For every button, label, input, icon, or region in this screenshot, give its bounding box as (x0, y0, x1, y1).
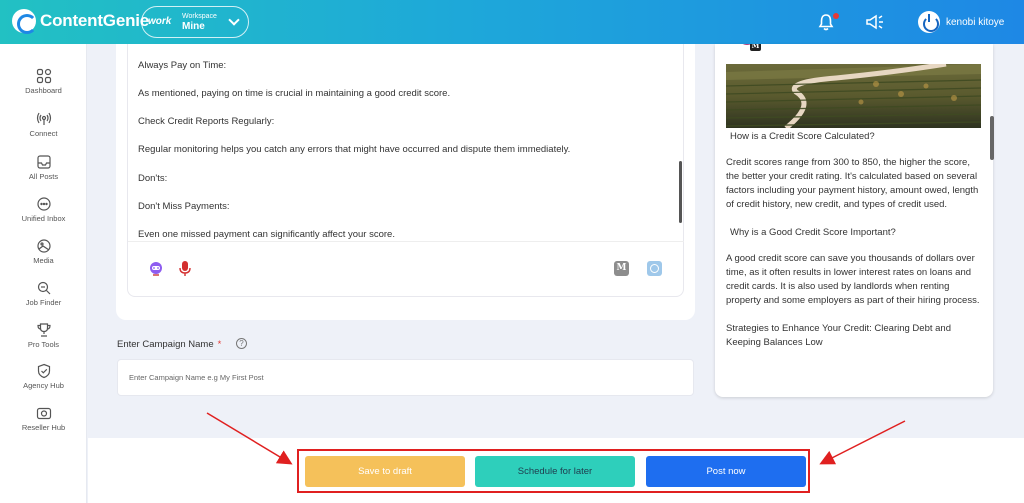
editor-line: As mentioned, paying on time is crucial … (138, 88, 451, 99)
notification-badge (833, 13, 839, 19)
editor-line: Always Pay on Time: (138, 60, 227, 71)
campaign-label-text: Enter Campaign Name (117, 339, 214, 350)
workspace-name: Mine (182, 20, 205, 32)
sidebar-item-media[interactable]: Media (0, 238, 87, 265)
inbox-icon (36, 155, 51, 169)
editor-divider (128, 241, 684, 242)
help-icon[interactable]: ? (236, 338, 247, 349)
chat-icon (36, 197, 51, 211)
sidebar-item-label: Dashboard (25, 86, 62, 95)
grid-icon (36, 68, 51, 84)
sidebar-item-dashboard[interactable]: Dashboard (0, 68, 87, 95)
sidebar-item-unified-inbox[interactable]: Unified Inbox (0, 196, 87, 223)
sidebar-item-all-posts[interactable]: All Posts (0, 154, 87, 181)
logo-icon (12, 9, 37, 34)
sidebar-item-label: Connect (29, 129, 58, 138)
campaign-name-label: Enter Campaign Name * (117, 339, 221, 350)
post-now-button[interactable]: Post now (646, 456, 806, 487)
microphone-icon[interactable] (178, 260, 192, 278)
preview-scrollbar[interactable] (990, 116, 994, 160)
sidebar-item-reseller-hub[interactable]: Reseller Hub (0, 405, 87, 432)
sidebar-item-label: Reseller Hub (21, 423, 66, 432)
editor-scrollbar[interactable] (679, 161, 682, 223)
preview-heading: How is a Credit Score Calculated? (730, 131, 875, 142)
workspace-selector[interactable]: work Workspace Mine (141, 6, 249, 38)
sidebar-item-connect[interactable]: Connect (0, 111, 87, 138)
sidebar-item-job-finder[interactable]: Job Finder (0, 280, 87, 307)
sidebar-item-label: Job Finder (25, 298, 62, 307)
user-name: kenobi kitoye (946, 16, 1005, 28)
editor-line: Regular monitoring helps you catch any e… (138, 144, 571, 155)
medium-badge-icon: M (750, 44, 761, 51)
preview-heading: Why is a Good Credit Score Important? (730, 227, 896, 238)
sidebar-item-label: Media (33, 256, 54, 265)
workspace-logo: work (148, 16, 172, 27)
camera-icon (36, 407, 51, 420)
search-icon (37, 281, 50, 295)
app-logo[interactable]: ContentGenie (12, 9, 150, 34)
medium-icon[interactable]: M (614, 261, 629, 276)
sidebar-item-label: All Posts (28, 172, 59, 181)
sidebar-item-agency-hub[interactable]: Agency Hub (0, 363, 87, 390)
sidebar-item-pro-tools[interactable]: Pro Tools (0, 322, 87, 349)
sidebar-item-label: Agency Hub (23, 381, 64, 390)
power-icon (918, 11, 940, 33)
required-asterisk: * (217, 339, 222, 350)
megaphone-icon[interactable] (864, 12, 886, 32)
preview-paragraph: Credit scores range from 300 to 850, the… (726, 157, 979, 210)
workspace-text: Workspace Mine (182, 13, 217, 32)
preview-text: How is a Credit Score Calculated? Credit… (726, 130, 984, 350)
save-draft-button[interactable]: Save to draft (305, 456, 465, 487)
bell-icon[interactable] (818, 13, 834, 31)
preview-paragraph: A good credit score can save you thousan… (726, 253, 980, 306)
workspace-label: Workspace (182, 12, 217, 20)
user-menu[interactable]: kenobi kitoye (918, 11, 1004, 33)
sidebar-item-label: Unified Inbox (21, 214, 66, 223)
post-editor: Always Pay on Time: As mentioned, paying… (127, 44, 684, 297)
top-bar: ContentGenie work Workspace Mine kenobi … (0, 0, 1024, 44)
editor-line: Don'ts: (138, 173, 168, 184)
editor-card: Always Pay on Time: As mentioned, paying… (116, 44, 695, 320)
wordpress-icon[interactable] (647, 261, 662, 276)
schedule-later-button[interactable]: Schedule for later (475, 456, 635, 487)
shield-icon (37, 363, 50, 379)
chevron-down-icon (228, 14, 240, 26)
broadcast-icon (36, 112, 51, 125)
sidebar: Dashboard Connect All Posts Unified Inbo… (0, 44, 87, 503)
post-preview-card: M How is a Credit Score Calculated? Cred… (715, 44, 993, 397)
editor-line: Check Credit Reports Regularly: (138, 116, 275, 127)
sidebar-item-label: Pro Tools (27, 340, 60, 349)
preview-heading: Strategies to Enhance Your Credit: Clear… (726, 323, 951, 348)
editor-line: Even one missed payment can significantl… (138, 229, 395, 240)
ai-assistant-icon[interactable] (147, 260, 165, 278)
editor-content[interactable]: Always Pay on Time: As mentioned, paying… (138, 44, 668, 240)
editor-line: Don't Miss Payments: (138, 201, 230, 212)
brand-name: ContentGenie (40, 11, 150, 30)
preview-image (726, 64, 981, 128)
trophy-icon (36, 323, 51, 337)
campaign-name-input[interactable] (117, 359, 694, 396)
media-icon (36, 239, 51, 253)
